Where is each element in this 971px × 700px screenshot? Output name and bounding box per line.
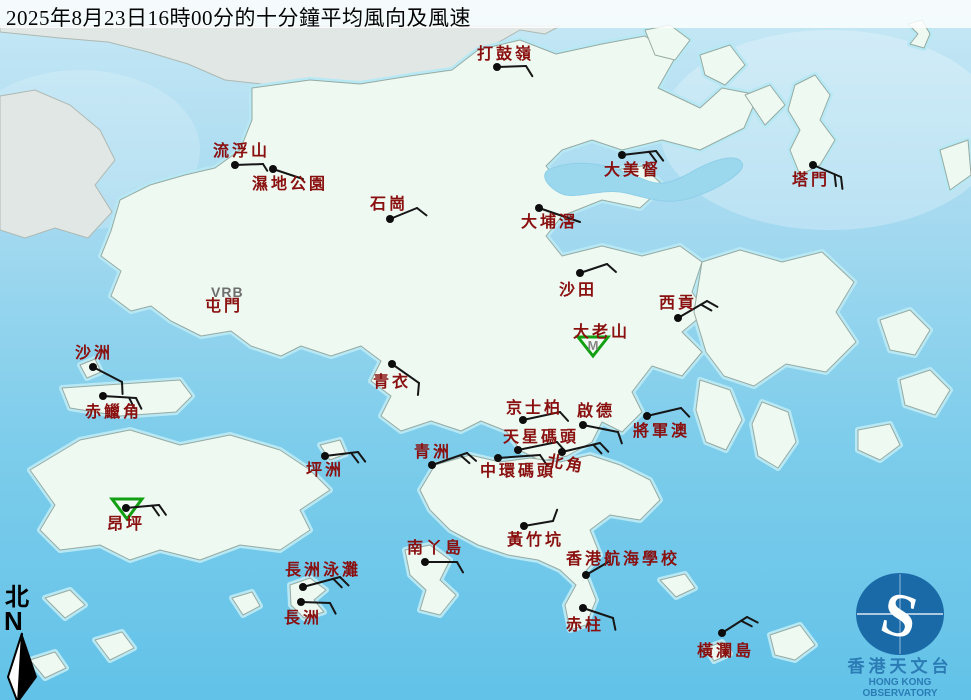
station-label[interactable]: 赤鱲角 [85, 404, 142, 422]
station-label[interactable]: 京士柏 [506, 400, 563, 418]
wind-map-screen: M 打鼓嶺 流浮山 濕地公園 石崗 大美督 大埔滘 塔門 沙田 西貢 大老山 屯門 VRB 沙洲 赤鱲角青… [0, 0, 971, 700]
hko-name-en: HONG KONG OBSERVATORY [862, 677, 938, 699]
station-label[interactable]: 橫瀾島 [697, 643, 754, 661]
hko-name-cn: 香港天文台 [847, 657, 953, 677]
station-label[interactable]: 將軍澳 [633, 423, 690, 441]
station-note-vrb: VRB [211, 284, 244, 300]
station-label[interactable]: 沙田 [559, 282, 597, 300]
station-label[interactable]: 青洲 [414, 444, 452, 462]
station-label[interactable]: 昂坪 [107, 516, 145, 534]
station-label[interactable]: 長洲泳灘 [285, 562, 361, 580]
station-label-layer: 打鼓嶺流浮山濕地公園石崗 大美督大埔滘 塔門沙田西貢大老山 屯門 VRB 沙洲赤鱲角 青衣坪… [0, 0, 971, 700]
station-label[interactable]: 香港航海學校 [566, 551, 680, 569]
station-label[interactable]: 大埔滘 [521, 214, 578, 232]
station-label[interactable]: 赤柱 [566, 617, 604, 635]
station-label[interactable]: 南丫島 [407, 540, 464, 558]
station-label[interactable]: 塔門 [792, 172, 830, 190]
title-bar: 2025年8月23日16時00分的十分鐘平均風向及風速 [0, 0, 971, 30]
hko-logo: S 香港天文台 HONG KONG OBSERVATORY [830, 571, 970, 699]
station-label[interactable]: 大美督 [604, 162, 661, 180]
station-label[interactable]: 青衣 [373, 374, 411, 392]
station-label[interactable]: 屯門 [205, 298, 243, 316]
station-label[interactable]: 坪洲 [306, 462, 344, 480]
station-label[interactable]: 石崗 [370, 196, 408, 214]
station-label[interactable]: 中環碼頭 [480, 463, 556, 481]
station-label[interactable]: 流浮山 [213, 143, 270, 161]
north-compass: 北 N [4, 586, 48, 700]
hko-logo-icon: S [856, 573, 944, 656]
station-label[interactable]: 黃竹坑 [507, 532, 564, 550]
station-label[interactable]: 長洲 [284, 610, 322, 628]
north-arrow-icon [6, 632, 37, 700]
station-label[interactable]: 天星碼頭 [503, 429, 579, 447]
station-label[interactable]: 濕地公園 [252, 176, 328, 194]
station-label[interactable]: 啟德 [577, 403, 615, 421]
station-label[interactable]: 打鼓嶺 [477, 46, 534, 64]
map-title: 2025年8月23日16時00分的十分鐘平均風向及風速 [6, 6, 471, 30]
station-label[interactable]: 大老山 [573, 324, 630, 342]
north-label-en: N [4, 606, 23, 636]
station-label[interactable]: 西貢 [659, 295, 697, 313]
station-label[interactable]: 沙洲 [75, 345, 113, 363]
